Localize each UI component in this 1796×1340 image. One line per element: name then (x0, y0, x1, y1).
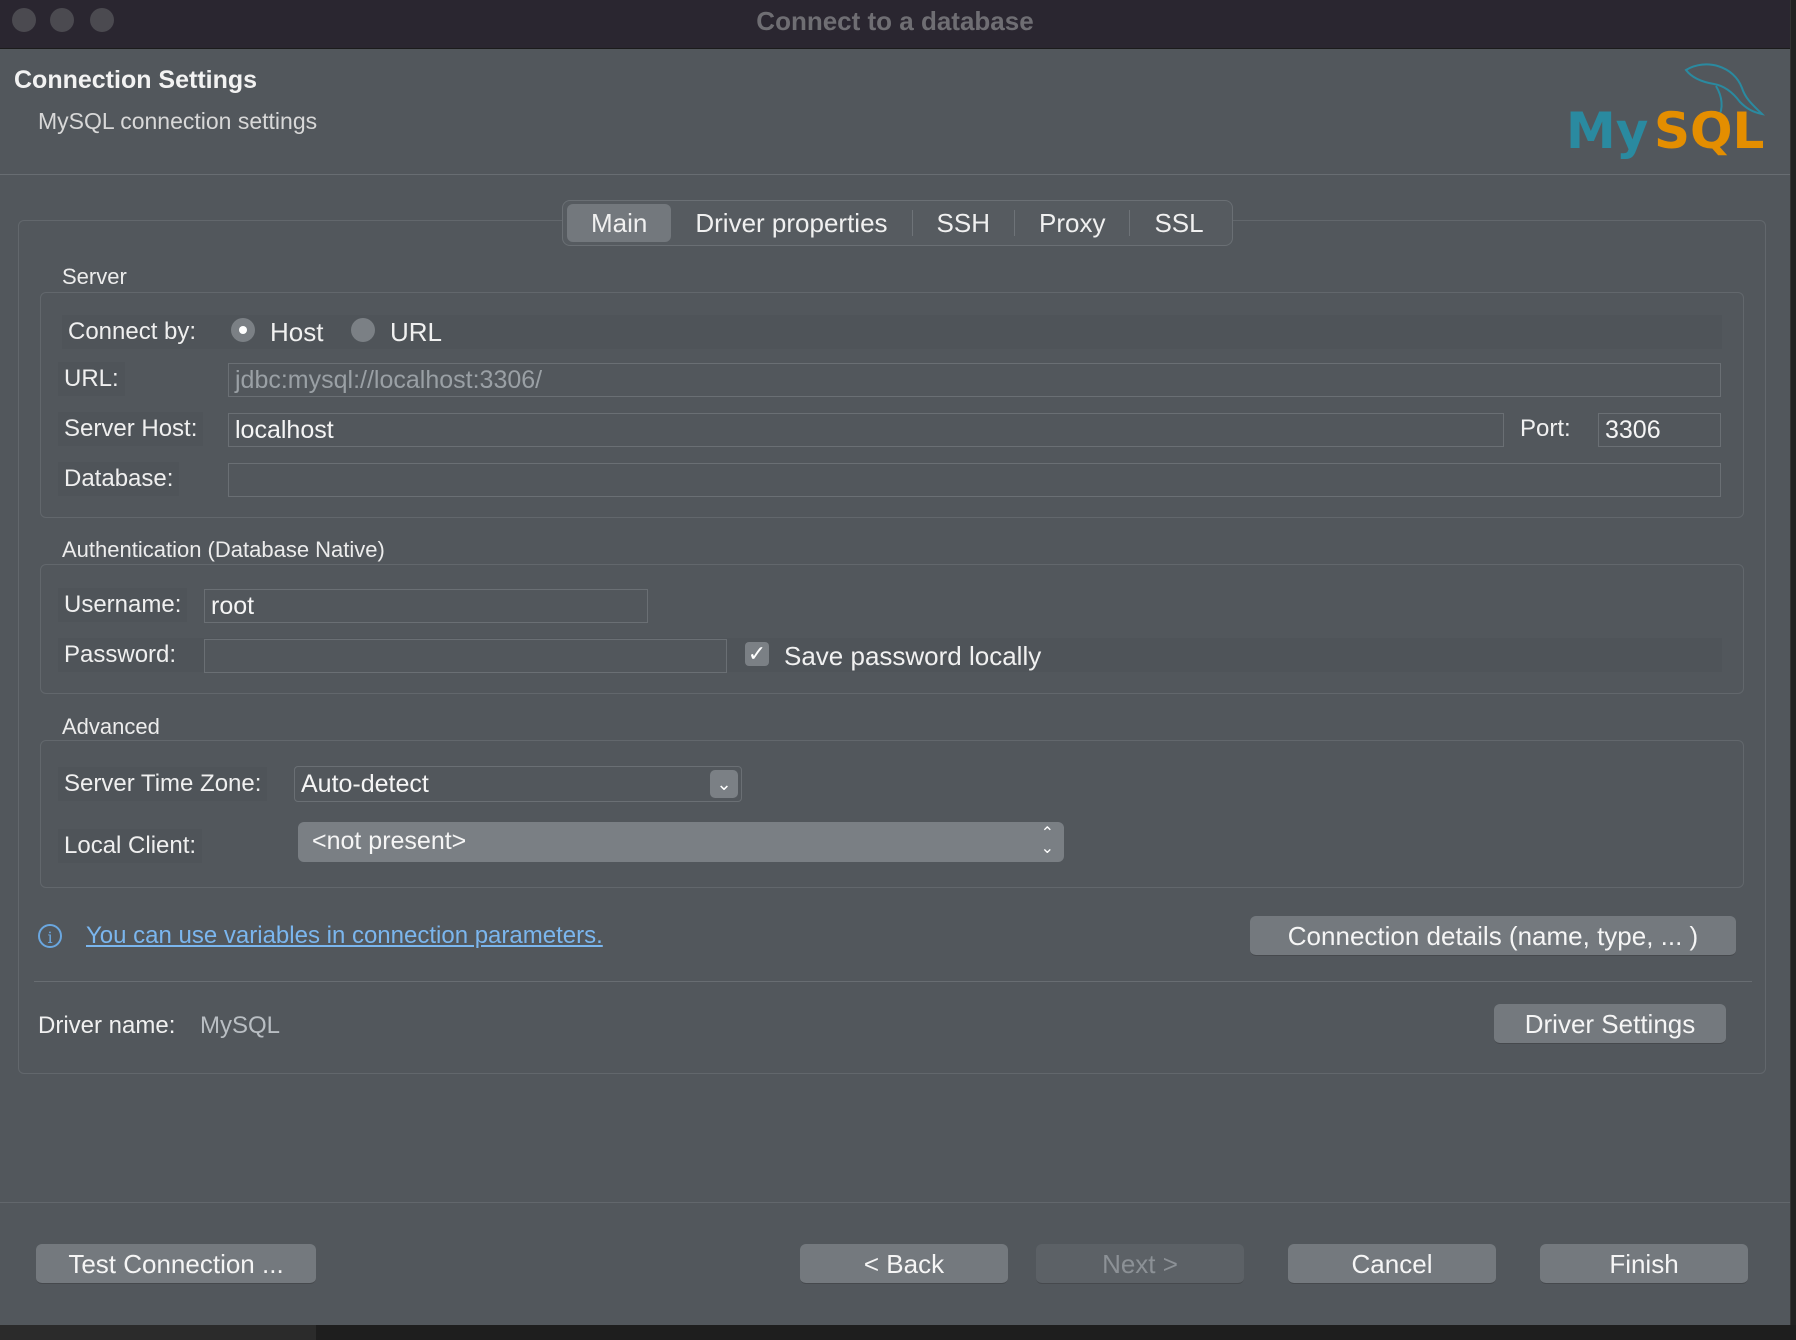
dialog-header: Connection Settings MySQL connection set… (0, 48, 1790, 175)
mysql-logo: My SQL (1566, 63, 1766, 160)
local-client-select[interactable]: <not present> ⌃ ⌄ (298, 822, 1064, 862)
dialog-window: Connect to a database Connection Setting… (0, 0, 1791, 1325)
username-label: Username: (58, 588, 188, 622)
port-label: Port: (1520, 415, 1571, 442)
server-host-field[interactable]: localhost (228, 413, 1504, 447)
url-field[interactable]: jdbc:mysql://localhost:3306/ (228, 363, 1721, 397)
driver-settings-button[interactable]: Driver Settings (1494, 1004, 1726, 1044)
connect-by-label: Connect by: (62, 315, 203, 349)
advanced-group (40, 740, 1744, 888)
password-label: Password: (58, 638, 183, 672)
info-icon: i (38, 924, 62, 948)
test-connection-button[interactable]: Test Connection ... (36, 1244, 316, 1284)
tab-bar: Main Driver properties SSH Proxy SSL (562, 200, 1233, 246)
url-radio-label[interactable]: URL (390, 317, 442, 348)
password-field[interactable] (204, 639, 727, 673)
up-down-chevron-icon: ⌃ ⌄ (1040, 825, 1054, 857)
database-label: Database: (58, 462, 180, 496)
logo-text-my: My (1566, 102, 1648, 160)
connection-details-button[interactable]: Connection details (name, type, ... ) (1250, 916, 1736, 956)
auth-section-label: Authentication (Database Native) (62, 537, 385, 562)
server-section-label: Server (62, 264, 127, 289)
host-radio[interactable] (231, 318, 255, 342)
tab-ssl[interactable]: SSL (1130, 204, 1227, 242)
timezone-select[interactable]: Auto-detect ⌄ (294, 766, 742, 802)
server-host-label: Server Host: (58, 412, 204, 446)
driver-name-label: Driver name: (38, 1012, 176, 1039)
footer-divider (0, 1202, 1790, 1203)
local-client-value: <not present> (312, 827, 467, 855)
database-field[interactable] (228, 463, 1721, 497)
username-field[interactable]: root (204, 589, 648, 623)
finish-button[interactable]: Finish (1540, 1244, 1748, 1284)
timezone-label: Server Time Zone: (58, 767, 268, 801)
chevron-down-icon: ⌄ (710, 770, 738, 798)
host-radio-label[interactable]: Host (270, 317, 323, 348)
next-button[interactable]: Next > (1036, 1244, 1244, 1284)
page-subtitle: MySQL connection settings (38, 108, 318, 134)
window-title: Connect to a database (756, 6, 1034, 36)
tab-ssh[interactable]: SSH (913, 204, 1014, 242)
auth-group (40, 564, 1744, 694)
advanced-section-label: Advanced (62, 714, 160, 739)
save-password-checkbox[interactable]: ✓ (745, 642, 769, 666)
local-client-label: Local Client: (58, 829, 203, 863)
variables-help-link[interactable]: You can use variables in connection para… (86, 922, 603, 950)
url-label: URL: (58, 362, 125, 396)
logo-text-sql: SQL (1654, 102, 1764, 160)
tab-driver-properties[interactable]: Driver properties (671, 204, 911, 242)
page-title: Connection Settings (14, 66, 258, 94)
tab-proxy[interactable]: Proxy (1015, 204, 1129, 242)
port-field[interactable]: 3306 (1598, 413, 1721, 447)
timezone-value: Auto-detect (301, 770, 429, 798)
panel-divider (34, 981, 1752, 982)
tab-main[interactable]: Main (567, 204, 672, 242)
cancel-button[interactable]: Cancel (1288, 1244, 1496, 1284)
driver-name-value: MySQL (200, 1012, 281, 1039)
title-bar: Connect to a database (0, 0, 1790, 49)
url-radio[interactable] (351, 318, 375, 342)
desktop-strip-segment (0, 1325, 316, 1340)
back-button[interactable]: < Back (800, 1244, 1008, 1284)
save-password-label[interactable]: Save password locally (784, 641, 1041, 672)
desktop-strip (0, 1325, 1796, 1340)
